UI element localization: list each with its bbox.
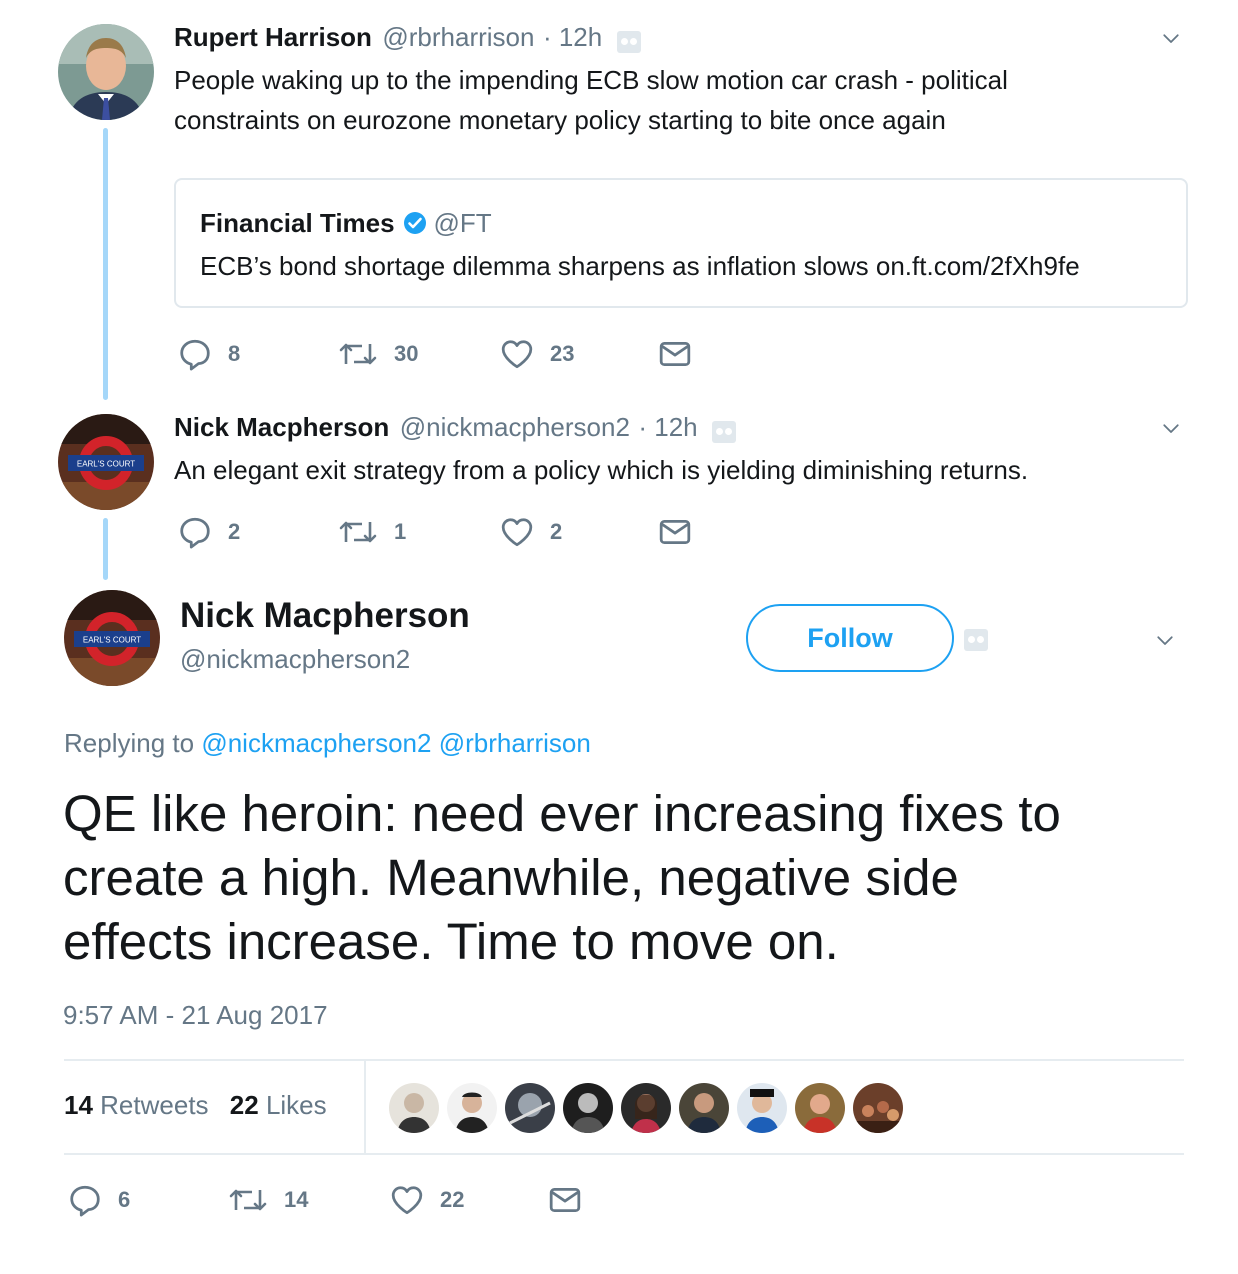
likes-stat[interactable]: 22 Likes	[230, 1090, 327, 1120]
quoted-tweet-text: ECB’s bond shortage dilemma sharpens as …	[200, 251, 1080, 281]
divider	[64, 1059, 1184, 1061]
retweet-button[interactable]: 30	[338, 338, 500, 370]
author-name[interactable]: Nick Macpherson	[174, 412, 389, 442]
quoted-tweet[interactable]: Financial Times @FT ECB’s bond shortage …	[174, 178, 1188, 308]
quoted-tweet-header: Financial Times @FT	[200, 208, 492, 239]
author-name[interactable]: Rupert Harrison	[174, 22, 372, 52]
liker-avatar[interactable]	[505, 1083, 555, 1133]
liker-avatar[interactable]	[679, 1083, 729, 1133]
tweet-text: An elegant exit strategy from a policy w…	[174, 455, 1029, 485]
chevron-down-icon[interactable]	[1156, 632, 1174, 650]
tweet-header: Nick Macpherson @nickmacpherson2 · 12h	[174, 412, 737, 443]
retweet-count: 1	[394, 519, 407, 544]
tweet-actions: 8 30 23	[178, 337, 692, 371]
main-tweet-text: QE like heroin: need ever increasing fix…	[63, 782, 1061, 974]
mail-icon	[658, 337, 692, 371]
avatar-sign: EARL'S COURT	[83, 636, 141, 645]
heart-icon	[500, 337, 534, 371]
replying-prefix: Replying to	[64, 728, 195, 758]
retweets-stat-label: Retweets	[100, 1090, 209, 1120]
retweets-stat[interactable]: 14 Retweets	[64, 1090, 216, 1120]
retweets-stat-count: 14	[64, 1090, 93, 1120]
retweet-icon	[338, 338, 378, 370]
liker-avatar[interactable]	[621, 1083, 671, 1133]
main-tweet-actions: 6 14 22	[68, 1183, 582, 1217]
tweet-header: Rupert Harrison @rbrharrison · 12h	[174, 22, 641, 53]
direct-message-button[interactable]	[658, 337, 692, 371]
tweet-stats: 14 Retweets 22 Likes	[64, 1090, 327, 1121]
reply-mention[interactable]: @rbrharrison	[439, 728, 591, 758]
tweet-time[interactable]: · 12h	[543, 22, 602, 52]
main-tweet-text-line: create a high. Meanwhile, negative side	[63, 849, 959, 906]
egg-icon	[712, 420, 737, 443]
liker-avatar[interactable]	[447, 1083, 497, 1133]
liker-avatar[interactable]	[795, 1083, 845, 1133]
reply-button[interactable]: 8	[178, 337, 338, 371]
verified-icon	[403, 211, 427, 235]
main-tweet-text-line: effects increase. Time to move on.	[63, 913, 839, 970]
author-handle[interactable]: @rbrharrison	[382, 22, 534, 52]
reply-button[interactable]: 6	[68, 1183, 228, 1217]
retweet-button[interactable]: 14	[228, 1184, 390, 1216]
reply-count: 2	[228, 519, 241, 544]
quoted-author-name: Financial Times	[200, 208, 395, 238]
direct-message-button[interactable]	[548, 1183, 582, 1217]
liker-avatar[interactable]	[563, 1083, 613, 1133]
reply-button[interactable]: 2	[178, 515, 338, 549]
main-tweet-text-line: QE like heroin: need ever increasing fix…	[63, 785, 1061, 842]
like-count: 2	[550, 519, 563, 544]
reply-icon	[68, 1183, 102, 1217]
tweet-text-line: constraints on eurozone monetary policy …	[174, 105, 946, 135]
like-button[interactable]: 22	[390, 1183, 548, 1217]
quoted-author-handle: @FT	[433, 208, 492, 238]
replying-to: Replying to @nickmacpherson2 @rbrharriso…	[64, 728, 591, 759]
main-author-handle[interactable]: @nickmacpherson2	[180, 644, 410, 675]
egg-icon	[616, 30, 641, 53]
retweet-count: 30	[394, 341, 419, 366]
mail-icon	[658, 515, 692, 549]
like-count: 22	[440, 1187, 465, 1212]
chevron-down-icon[interactable]	[1162, 420, 1180, 438]
tweet-timestamp[interactable]: 9:57 AM - 21 Aug 2017	[63, 1000, 328, 1031]
liker-avatar[interactable]	[853, 1083, 903, 1133]
like-count: 23	[550, 341, 575, 366]
mail-icon	[548, 1183, 582, 1217]
direct-message-button[interactable]	[658, 515, 692, 549]
chevron-down-icon[interactable]	[1162, 30, 1180, 48]
thread-connector	[103, 518, 108, 580]
retweet-button[interactable]: 1	[338, 516, 500, 548]
liker-avatar[interactable]	[389, 1083, 439, 1133]
avatar[interactable]: EARL'S COURT	[58, 414, 154, 510]
avatar[interactable]	[58, 24, 154, 120]
reply-icon	[178, 515, 212, 549]
likes-stat-count: 22	[229, 1090, 259, 1120]
avatar-sign: EARL'S COURT	[77, 460, 135, 469]
follow-button[interactable]: Follow	[746, 604, 954, 672]
divider	[64, 1153, 1184, 1155]
like-button[interactable]: 2	[500, 515, 658, 549]
retweet-icon	[338, 516, 378, 548]
egg-icon	[964, 629, 988, 651]
tweet-text-line: People waking up to the impending ECB sl…	[174, 65, 1008, 95]
heart-icon	[390, 1183, 424, 1217]
reply-count: 6	[118, 1187, 131, 1212]
like-button[interactable]: 23	[500, 337, 658, 371]
tweet-actions: 2 1 2	[178, 515, 692, 549]
reply-icon	[178, 337, 212, 371]
tweet-text: People waking up to the impending ECB sl…	[174, 60, 1174, 140]
retweet-icon	[228, 1184, 268, 1216]
liker-avatar[interactable]	[737, 1083, 787, 1133]
author-handle[interactable]: @nickmacpherson2	[400, 412, 630, 442]
reply-count: 8	[228, 341, 241, 366]
likes-stat-label: Likes	[265, 1090, 327, 1120]
heart-icon	[500, 515, 534, 549]
thread-connector	[103, 128, 108, 400]
main-author-name[interactable]: Nick Macpherson	[180, 596, 470, 636]
stats-divider	[364, 1061, 366, 1153]
reply-mention[interactable]: @nickmacpherson2	[201, 728, 431, 758]
tweet-time[interactable]: · 12h	[638, 412, 697, 442]
retweet-count: 14	[284, 1187, 309, 1212]
avatar[interactable]: EARL'S COURT	[64, 590, 160, 686]
